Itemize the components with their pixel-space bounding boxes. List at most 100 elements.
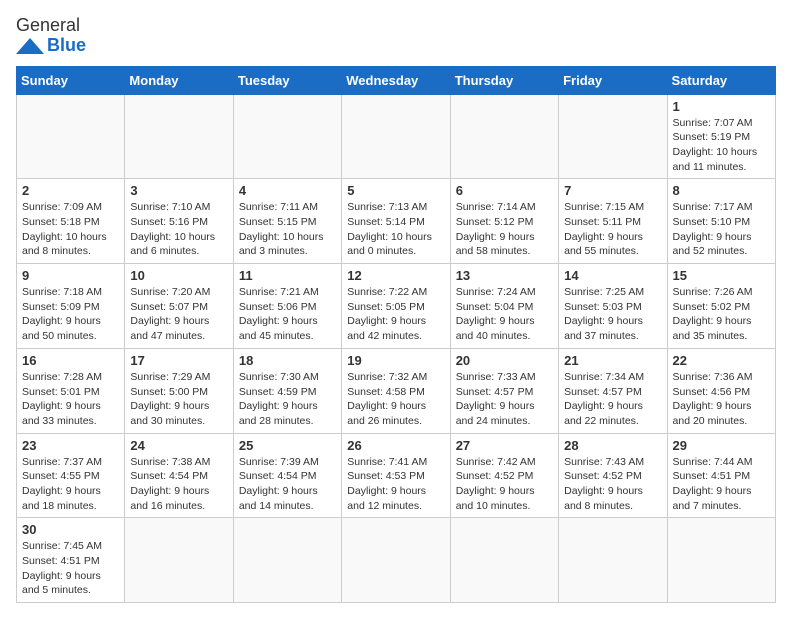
blue-triangle-icon (16, 38, 44, 54)
day-header-saturday: Saturday (667, 66, 775, 94)
day-info: Sunrise: 7:21 AMSunset: 5:06 PMDaylight:… (239, 285, 336, 344)
calendar-cell: 29 Sunrise: 7:44 AMSunset: 4:51 PMDayligh… (667, 433, 775, 518)
calendar-cell (125, 94, 233, 179)
day-info: Sunrise: 7:22 AMSunset: 5:05 PMDaylight:… (347, 285, 444, 344)
day-header-thursday: Thursday (450, 66, 558, 94)
day-number: 27 (456, 438, 553, 453)
calendar-week-row: 2Sunrise: 7:09 AMSunset: 5:18 PMDaylight… (17, 179, 776, 264)
day-number: 2 (22, 183, 119, 198)
calendar-cell (233, 518, 341, 603)
day-info: Sunrise: 7:29 AMSunset: 5:00 PMDaylight:… (130, 370, 227, 429)
day-info: Sunrise: 7:41 AMSunset: 4:53 PMDaylight:… (347, 455, 444, 514)
day-number: 20 (456, 353, 553, 368)
calendar-cell: 3 Sunrise: 7:10 AMSunset: 5:16 PMDaylight… (125, 179, 233, 264)
day-header-tuesday: Tuesday (233, 66, 341, 94)
calendar-header-row: SundayMondayTuesdayWednesdayThursdayFrid… (17, 66, 776, 94)
calendar-cell: 26 Sunrise: 7:41 AMSunset: 4:53 PMDayligh… (342, 433, 450, 518)
day-number: 14 (564, 268, 661, 283)
day-number: 11 (239, 268, 336, 283)
calendar-cell (559, 518, 667, 603)
day-number: 24 (130, 438, 227, 453)
day-number: 8 (673, 183, 770, 198)
page-header: General Blue (16, 16, 776, 56)
calendar-cell: 18 Sunrise: 7:30 AMSunset: 4:59 PMDayligh… (233, 348, 341, 433)
day-number: 17 (130, 353, 227, 368)
calendar-cell (450, 94, 558, 179)
calendar-cell: 15Sunrise: 7:26 AMSunset: 5:02 PMDayligh… (667, 264, 775, 349)
calendar-cell: 6Sunrise: 7:14 AMSunset: 5:12 PMDaylight… (450, 179, 558, 264)
day-number: 29 (673, 438, 770, 453)
calendar-cell (559, 94, 667, 179)
day-number: 5 (347, 183, 444, 198)
day-info: Sunrise: 7:45 AMSunset: 4:51 PMDaylight:… (22, 539, 119, 598)
day-info: Sunrise: 7:07 AMSunset: 5:19 PMDaylight:… (673, 116, 770, 175)
calendar-cell: 17 Sunrise: 7:29 AMSunset: 5:00 PMDayligh… (125, 348, 233, 433)
day-number: 21 (564, 353, 661, 368)
day-number: 13 (456, 268, 553, 283)
calendar-cell: 21 Sunrise: 7:34 AMSunset: 4:57 PMDayligh… (559, 348, 667, 433)
calendar-cell (667, 518, 775, 603)
day-info: Sunrise: 7:17 AMSunset: 5:10 PMDaylight:… (673, 200, 770, 259)
calendar-cell: 22Sunrise: 7:36 AMSunset: 4:56 PMDayligh… (667, 348, 775, 433)
day-number: 6 (456, 183, 553, 198)
calendar-cell (450, 518, 558, 603)
day-info: Sunrise: 7:32 AMSunset: 4:58 PMDaylight:… (347, 370, 444, 429)
day-number: 4 (239, 183, 336, 198)
day-info: Sunrise: 7:43 AMSunset: 4:52 PMDaylight:… (564, 455, 661, 514)
day-number: 1 (673, 99, 770, 114)
day-info: Sunrise: 7:18 AMSunset: 5:09 PMDaylight:… (22, 285, 119, 344)
day-header-sunday: Sunday (17, 66, 125, 94)
day-header-wednesday: Wednesday (342, 66, 450, 94)
calendar-cell: 20 Sunrise: 7:33 AMSunset: 4:57 PMDayligh… (450, 348, 558, 433)
calendar-week-row: 9Sunrise: 7:18 AMSunset: 5:09 PMDaylight… (17, 264, 776, 349)
calendar-cell: 13 Sunrise: 7:24 AMSunset: 5:04 PMDayligh… (450, 264, 558, 349)
calendar-cell: 9Sunrise: 7:18 AMSunset: 5:09 PMDaylight… (17, 264, 125, 349)
day-info: Sunrise: 7:36 AMSunset: 4:56 PMDaylight:… (673, 370, 770, 429)
day-info: Sunrise: 7:25 AMSunset: 5:03 PMDaylight:… (564, 285, 661, 344)
calendar-cell: 19 Sunrise: 7:32 AMSunset: 4:58 PMDayligh… (342, 348, 450, 433)
calendar-week-row: 16Sunrise: 7:28 AMSunset: 5:01 PMDayligh… (17, 348, 776, 433)
calendar-cell: 2Sunrise: 7:09 AMSunset: 5:18 PMDaylight… (17, 179, 125, 264)
day-number: 30 (22, 522, 119, 537)
calendar-cell: 8 Sunrise: 7:17 AMSunset: 5:10 PMDaylight… (667, 179, 775, 264)
calendar-cell: 12 Sunrise: 7:22 AMSunset: 5:05 PMDayligh… (342, 264, 450, 349)
calendar-cell (125, 518, 233, 603)
day-number: 12 (347, 268, 444, 283)
calendar-cell (342, 518, 450, 603)
calendar-cell: 24Sunrise: 7:38 AMSunset: 4:54 PMDayligh… (125, 433, 233, 518)
calendar-cell: 28Sunrise: 7:43 AMSunset: 4:52 PMDayligh… (559, 433, 667, 518)
day-number: 10 (130, 268, 227, 283)
day-info: Sunrise: 7:39 AMSunset: 4:54 PMDaylight:… (239, 455, 336, 514)
calendar-cell: 7Sunrise: 7:15 AMSunset: 5:11 PMDaylight… (559, 179, 667, 264)
day-info: Sunrise: 7:26 AMSunset: 5:02 PMDaylight:… (673, 285, 770, 344)
calendar-cell: 16Sunrise: 7:28 AMSunset: 5:01 PMDayligh… (17, 348, 125, 433)
day-info: Sunrise: 7:44 AMSunset: 4:51 PMDaylight:… (673, 455, 770, 514)
calendar-cell (17, 94, 125, 179)
calendar-cell: 30 Sunrise: 7:45 AMSunset: 4:51 PMDayligh… (17, 518, 125, 603)
day-info: Sunrise: 7:33 AMSunset: 4:57 PMDaylight:… (456, 370, 553, 429)
day-info: Sunrise: 7:24 AMSunset: 5:04 PMDaylight:… (456, 285, 553, 344)
calendar-table: SundayMondayTuesdayWednesdayThursdayFrid… (16, 66, 776, 604)
calendar-week-row: 30 Sunrise: 7:45 AMSunset: 4:51 PMDayligh… (17, 518, 776, 603)
day-info: Sunrise: 7:20 AMSunset: 5:07 PMDaylight:… (130, 285, 227, 344)
day-info: Sunrise: 7:42 AMSunset: 4:52 PMDaylight:… (456, 455, 553, 514)
day-info: Sunrise: 7:37 AMSunset: 4:55 PMDaylight:… (22, 455, 119, 514)
day-number: 3 (130, 183, 227, 198)
day-info: Sunrise: 7:30 AMSunset: 4:59 PMDaylight:… (239, 370, 336, 429)
day-info: Sunrise: 7:11 AMSunset: 5:15 PMDaylight:… (239, 200, 336, 259)
day-header-friday: Friday (559, 66, 667, 94)
day-number: 19 (347, 353, 444, 368)
day-number: 18 (239, 353, 336, 368)
day-number: 25 (239, 438, 336, 453)
calendar-cell: 25 Sunrise: 7:39 AMSunset: 4:54 PMDayligh… (233, 433, 341, 518)
calendar-cell: 1 Sunrise: 7:07 AMSunset: 5:19 PMDaylight… (667, 94, 775, 179)
day-number: 16 (22, 353, 119, 368)
calendar-cell: 10 Sunrise: 7:20 AMSunset: 5:07 PMDayligh… (125, 264, 233, 349)
calendar-cell: 5 Sunrise: 7:13 AMSunset: 5:14 PMDaylight… (342, 179, 450, 264)
day-number: 26 (347, 438, 444, 453)
day-info: Sunrise: 7:10 AMSunset: 5:16 PMDaylight:… (130, 200, 227, 259)
day-info: Sunrise: 7:34 AMSunset: 4:57 PMDaylight:… (564, 370, 661, 429)
calendar-cell: 23Sunrise: 7:37 AMSunset: 4:55 PMDayligh… (17, 433, 125, 518)
day-info: Sunrise: 7:13 AMSunset: 5:14 PMDaylight:… (347, 200, 444, 259)
calendar-cell: 11 Sunrise: 7:21 AMSunset: 5:06 PMDayligh… (233, 264, 341, 349)
